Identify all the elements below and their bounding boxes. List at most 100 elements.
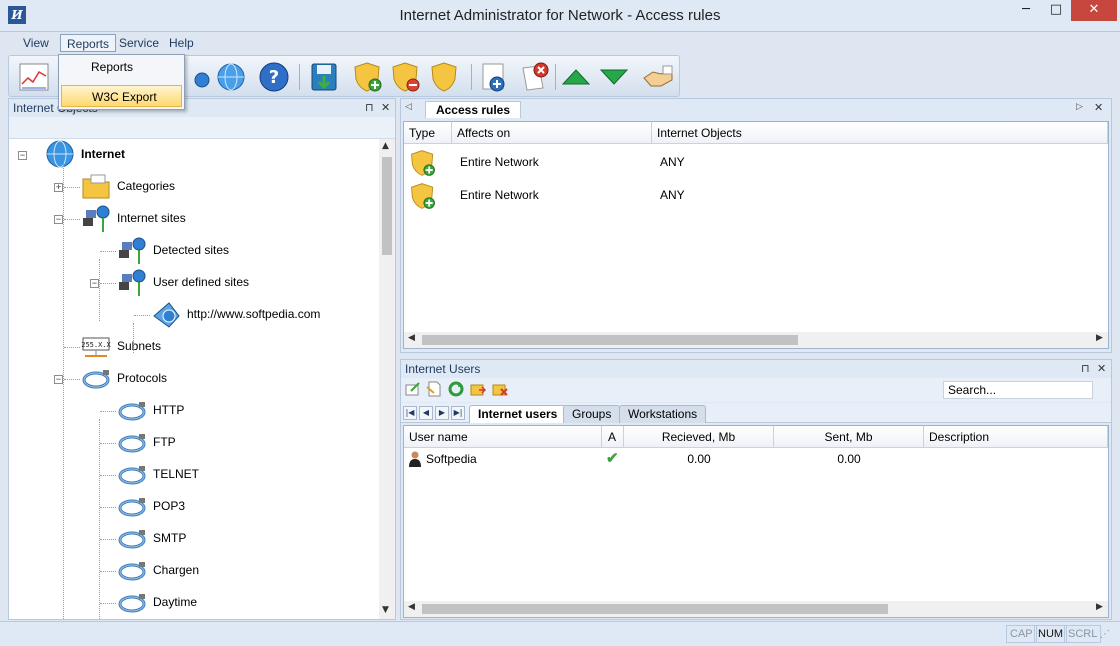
column-header-sent[interactable]: Sent, Mb xyxy=(774,426,924,448)
globe-icon[interactable] xyxy=(214,60,248,94)
tree-item[interactable]: − Protocols xyxy=(9,367,379,389)
tree-item[interactable]: SMTP xyxy=(9,527,379,549)
tree-item[interactable]: http://www.softpedia.com xyxy=(9,302,379,328)
scrollbar-thumb[interactable] xyxy=(422,604,888,614)
tree-connector xyxy=(100,603,116,604)
tab-internet-users[interactable]: Internet users xyxy=(469,405,567,423)
pin-icon[interactable]: ⊓ xyxy=(365,99,374,117)
tree-item[interactable]: − User defined sites xyxy=(9,269,379,296)
horizontal-scrollbar[interactable]: ◀ ▶ xyxy=(404,601,1108,617)
close-icon[interactable]: ✕ xyxy=(1094,101,1103,114)
last-page-icon[interactable]: ▶| xyxy=(451,406,465,420)
shield-icon[interactable] xyxy=(427,60,461,94)
tree-item[interactable]: Daytime xyxy=(9,591,379,613)
column-header-received[interactable]: Recieved, Mb xyxy=(624,426,774,448)
table-row[interactable]: Entire Network ANY xyxy=(404,179,1108,212)
menu-reports[interactable]: Reports xyxy=(60,34,117,52)
menu-service[interactable]: Service xyxy=(113,34,165,52)
tab-workstations[interactable]: Workstations xyxy=(619,405,707,423)
menu-item-reports[interactable]: Reports xyxy=(61,56,182,78)
tab-groups[interactable]: Groups xyxy=(563,405,621,423)
column-header-internet-objects[interactable]: Internet Objects xyxy=(652,122,1108,144)
rules-rows: Entire Network ANY Entire Network ANY xyxy=(404,144,1108,324)
move-down-icon[interactable] xyxy=(597,60,631,94)
delete-folder-icon[interactable] xyxy=(492,381,508,397)
handshake-icon[interactable] xyxy=(641,60,675,94)
tree-item[interactable]: Chargen xyxy=(9,559,379,581)
column-header-active[interactable]: A xyxy=(602,426,624,448)
menu-help[interactable]: Help xyxy=(163,34,200,52)
tab-access-rules[interactable]: Access rules xyxy=(425,101,521,118)
scroll-right-icon[interactable]: ▶ xyxy=(1096,602,1103,612)
refresh-icon[interactable] xyxy=(448,381,464,397)
maximize-button[interactable]: □ xyxy=(1042,0,1070,21)
edit-user-icon[interactable] xyxy=(405,381,421,397)
tree-connector xyxy=(99,419,100,619)
tree-item[interactable]: FTP xyxy=(9,431,379,453)
tree-item[interactable]: 255.X.X Subnets xyxy=(9,335,379,357)
scrollbar-thumb[interactable] xyxy=(382,157,392,255)
scrollbar-thumb[interactable] xyxy=(422,335,798,345)
help-icon[interactable]: ? xyxy=(257,60,291,94)
scroll-up-icon[interactable]: ▲ xyxy=(382,141,389,151)
horizontal-scrollbar[interactable]: ◀ ▶ xyxy=(404,332,1108,348)
menu-view[interactable]: View xyxy=(17,34,55,52)
column-header-description[interactable]: Description xyxy=(924,426,1108,448)
close-icon[interactable]: ✕ xyxy=(381,99,390,117)
vertical-scrollbar[interactable]: ▲ ▼ xyxy=(379,139,395,619)
search-input[interactable]: Search... xyxy=(943,381,1093,399)
delete-document-icon[interactable] xyxy=(517,60,551,94)
tree-item[interactable]: TELNET xyxy=(9,463,379,485)
expand-icon[interactable]: + xyxy=(54,183,63,192)
tree-item-label: Daytime xyxy=(153,595,198,609)
stats-chart-icon[interactable] xyxy=(17,60,51,94)
web-link-icon xyxy=(153,302,180,328)
resize-grip-icon[interactable]: ⋰ xyxy=(1100,629,1110,640)
next-page-icon[interactable]: ▶ xyxy=(435,406,449,420)
tab-scroll-left-icon[interactable]: ◁ xyxy=(405,102,412,112)
scroll-left-icon[interactable]: ◀ xyxy=(408,333,415,343)
column-header-type[interactable]: Type xyxy=(404,122,452,144)
scroll-left-icon[interactable]: ◀ xyxy=(408,602,415,612)
prev-page-icon[interactable]: ◀ xyxy=(419,406,433,420)
close-button[interactable]: ✕ xyxy=(1071,0,1117,21)
tree-item[interactable]: POP3 xyxy=(9,495,379,517)
move-up-icon[interactable] xyxy=(559,60,593,94)
shield-add-icon[interactable] xyxy=(351,60,385,94)
tree-item[interactable]: + Categories xyxy=(9,174,379,199)
new-document-icon[interactable] xyxy=(426,381,442,397)
shield-remove-icon[interactable] xyxy=(389,60,423,94)
tree-connector xyxy=(64,379,80,380)
network-icon xyxy=(119,269,146,296)
collapse-icon[interactable]: − xyxy=(54,375,63,384)
move-folder-icon[interactable] xyxy=(470,381,486,397)
tree-connector xyxy=(64,219,80,220)
table-row[interactable]: Softpedia ✔ 0.00 0.00 xyxy=(404,448,1108,470)
first-page-icon[interactable]: |◀ xyxy=(403,406,417,420)
tab-scroll-right-icon[interactable]: ▷ xyxy=(1076,102,1083,112)
folder-icon xyxy=(82,174,110,199)
menu-item-w3c-export[interactable]: W3C Export xyxy=(61,85,182,107)
column-header-affects-on[interactable]: Affects on xyxy=(452,122,652,144)
collapse-icon[interactable]: − xyxy=(54,215,63,224)
tree-item[interactable]: − Internet sites xyxy=(9,205,379,232)
cable-icon xyxy=(118,594,146,613)
save-icon[interactable] xyxy=(307,60,341,94)
minimize-button[interactable]: ─ xyxy=(1010,0,1042,21)
scroll-right-icon[interactable]: ▶ xyxy=(1096,333,1103,343)
scroll-down-icon[interactable]: ▼ xyxy=(382,605,389,615)
collapse-icon[interactable]: − xyxy=(18,151,27,160)
add-document-icon[interactable] xyxy=(477,60,511,94)
column-header-user-name[interactable]: User name xyxy=(404,426,602,448)
close-icon[interactable]: ✕ xyxy=(1097,360,1106,378)
pin-icon[interactable]: ⊓ xyxy=(1081,360,1090,378)
received-cell: 0.00 xyxy=(687,452,711,466)
tree-item[interactable]: HTTP xyxy=(9,399,379,421)
status-cap: CAP xyxy=(1006,625,1037,643)
table-row[interactable]: Entire Network ANY xyxy=(404,146,1108,179)
tree-item-label: Internet xyxy=(81,147,126,161)
tree-item[interactable]: Detected sites xyxy=(9,237,379,264)
panel-header: Internet Users ⊓ ✕ xyxy=(401,360,1111,378)
collapse-icon[interactable]: − xyxy=(90,279,99,288)
tree-item[interactable]: − Internet xyxy=(9,140,379,168)
